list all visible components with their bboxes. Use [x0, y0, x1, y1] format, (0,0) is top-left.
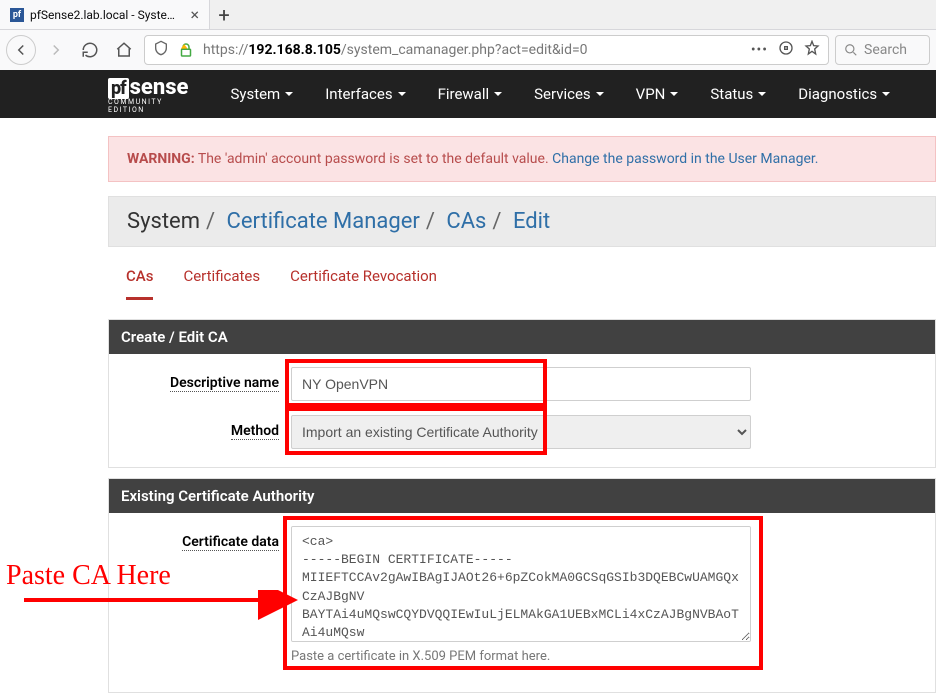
logo-pf: pf: [108, 78, 129, 99]
search-icon: [844, 43, 858, 57]
url-bar[interactable]: https://192.168.8.105/system_camanager.p…: [144, 35, 829, 65]
menu-interfaces[interactable]: Interfaces: [311, 70, 419, 118]
warning-alert: WARNING: The 'admin' account password is…: [108, 136, 936, 182]
chevron-down-icon: [758, 92, 766, 96]
tab-cas[interactable]: CAs: [126, 267, 153, 300]
menu-diagnostics[interactable]: Diagnostics: [784, 70, 904, 118]
panel-heading-create-edit: Create / Edit CA: [109, 320, 935, 354]
back-button[interactable]: [6, 35, 36, 65]
label-method: Method: [231, 423, 279, 440]
breadcrumb-cert-manager[interactable]: Certificate Manager: [227, 209, 420, 234]
browser-nav-bar: https://192.168.8.105/system_camanager.p…: [0, 30, 936, 70]
help-certificate-data: Paste a certificate in X.509 PEM format …: [291, 649, 923, 664]
bookmark-icon[interactable]: [804, 40, 820, 60]
certificate-data-textarea[interactable]: [291, 526, 751, 642]
reload-button[interactable]: [76, 36, 104, 64]
chevron-down-icon: [398, 92, 406, 96]
pfsense-navbar: pf sense COMMUNITY EDITION System Interf…: [0, 70, 936, 118]
breadcrumb-root: System: [127, 209, 200, 234]
chevron-down-icon: [596, 92, 604, 96]
forward-button[interactable]: [42, 36, 70, 64]
panel-create-edit-ca: Create / Edit CA Descriptive name Method…: [108, 319, 936, 468]
logo-sense: sense: [130, 75, 189, 100]
tab-bar: pf pfSense2.lab.local - System: Ce × +: [0, 0, 936, 30]
breadcrumb-cas[interactable]: CAs: [446, 209, 486, 234]
lock-warning-icon: [177, 41, 195, 59]
shield-icon: [153, 40, 169, 60]
more-icon[interactable]: •••: [751, 42, 768, 58]
descriptive-name-input[interactable]: [291, 367, 751, 401]
breadcrumb-edit[interactable]: Edit: [513, 209, 550, 234]
new-tab-button[interactable]: +: [210, 1, 238, 29]
panel-existing-ca: Existing Certificate Authority Certifica…: [108, 478, 936, 693]
panel-heading-existing-ca: Existing Certificate Authority: [109, 479, 935, 513]
menu-system[interactable]: System: [216, 70, 307, 118]
chevron-down-icon: [670, 92, 678, 96]
search-placeholder: Search: [864, 42, 907, 58]
reader-icon[interactable]: [778, 40, 794, 60]
browser-search-box[interactable]: Search: [835, 35, 930, 65]
label-descriptive-name: Descriptive name: [170, 375, 279, 392]
menu-vpn[interactable]: VPN: [622, 70, 693, 118]
home-button[interactable]: [110, 36, 138, 64]
browser-chrome: pf pfSense2.lab.local - System: Ce × +: [0, 0, 936, 70]
method-select[interactable]: Import an existing Certificate Authority: [291, 415, 751, 449]
tabs: CAs Certificates Certificate Revocation: [108, 247, 936, 301]
logo-edition: COMMUNITY EDITION: [108, 98, 188, 114]
url-text: https://192.168.8.105/system_camanager.p…: [203, 42, 588, 58]
warning-label: WARNING:: [127, 151, 195, 167]
warning-link[interactable]: Change the password in the User Manager.: [552, 151, 818, 167]
menu-status[interactable]: Status: [696, 70, 780, 118]
tab-cert-revocation[interactable]: Certificate Revocation: [290, 267, 437, 300]
browser-tab[interactable]: pf pfSense2.lab.local - System: Ce ×: [0, 0, 210, 29]
menu-firewall[interactable]: Firewall: [424, 70, 517, 118]
pfsense-logo[interactable]: pf sense COMMUNITY EDITION: [108, 75, 188, 114]
tab-title: pfSense2.lab.local - System: Ce: [30, 8, 184, 22]
chevron-down-icon: [285, 92, 293, 96]
chevron-down-icon: [494, 92, 502, 96]
tab-favicon: pf: [10, 8, 24, 22]
label-certificate-data: Certificate data: [182, 534, 279, 551]
warning-text: The 'admin' account password is set to t…: [195, 151, 552, 167]
tab-certificates[interactable]: Certificates: [183, 267, 260, 300]
chevron-down-icon: [882, 92, 890, 96]
breadcrumb: System/ Certificate Manager/ CAs/ Edit: [108, 196, 936, 247]
menu-services[interactable]: Services: [520, 70, 618, 118]
close-icon[interactable]: ×: [190, 7, 199, 23]
